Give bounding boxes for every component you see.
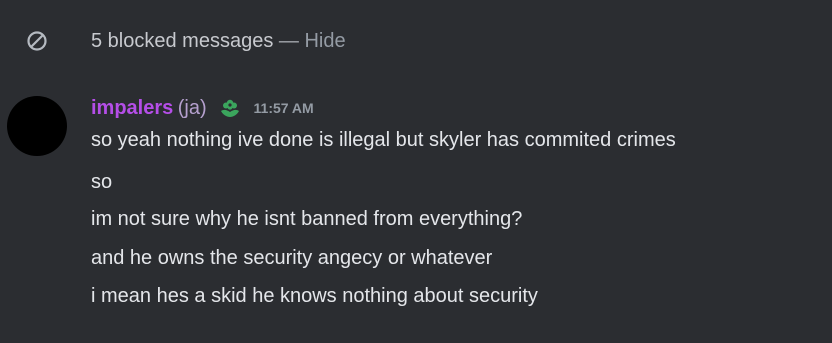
message-line: im not sure why he isnt banned from ever… <box>91 208 523 230</box>
message-line: so <box>91 171 113 193</box>
blocked-messages-count: 5 blocked messages <box>91 30 274 52</box>
blocked-separator: — <box>278 30 299 52</box>
blocked-messages-text-group: 5 blocked messages — Hide <box>91 29 346 53</box>
flower-badge-icon[interactable] <box>217 96 243 118</box>
avatar[interactable] <box>7 96 67 156</box>
username[interactable]: impalers <box>91 97 173 119</box>
blocked-messages-notice: 5 blocked messages — Hide <box>0 22 832 60</box>
message-timestamp[interactable]: 11:57 AM <box>254 100 314 116</box>
message-line: i mean hes a skid he knows nothing about… <box>91 285 538 307</box>
message-header: impalers (ja) 11:57 AM <box>91 96 314 120</box>
message-line: and he owns the security angecy or whate… <box>91 247 493 269</box>
message-line: so yeah nothing ive done is illegal but … <box>91 129 676 151</box>
username-suffix: (ja) <box>177 97 207 119</box>
blocked-icon <box>26 30 48 52</box>
hide-blocked-link[interactable]: Hide <box>304 30 345 52</box>
chat-panel: 5 blocked messages — Hide impalers (ja) … <box>0 0 832 343</box>
